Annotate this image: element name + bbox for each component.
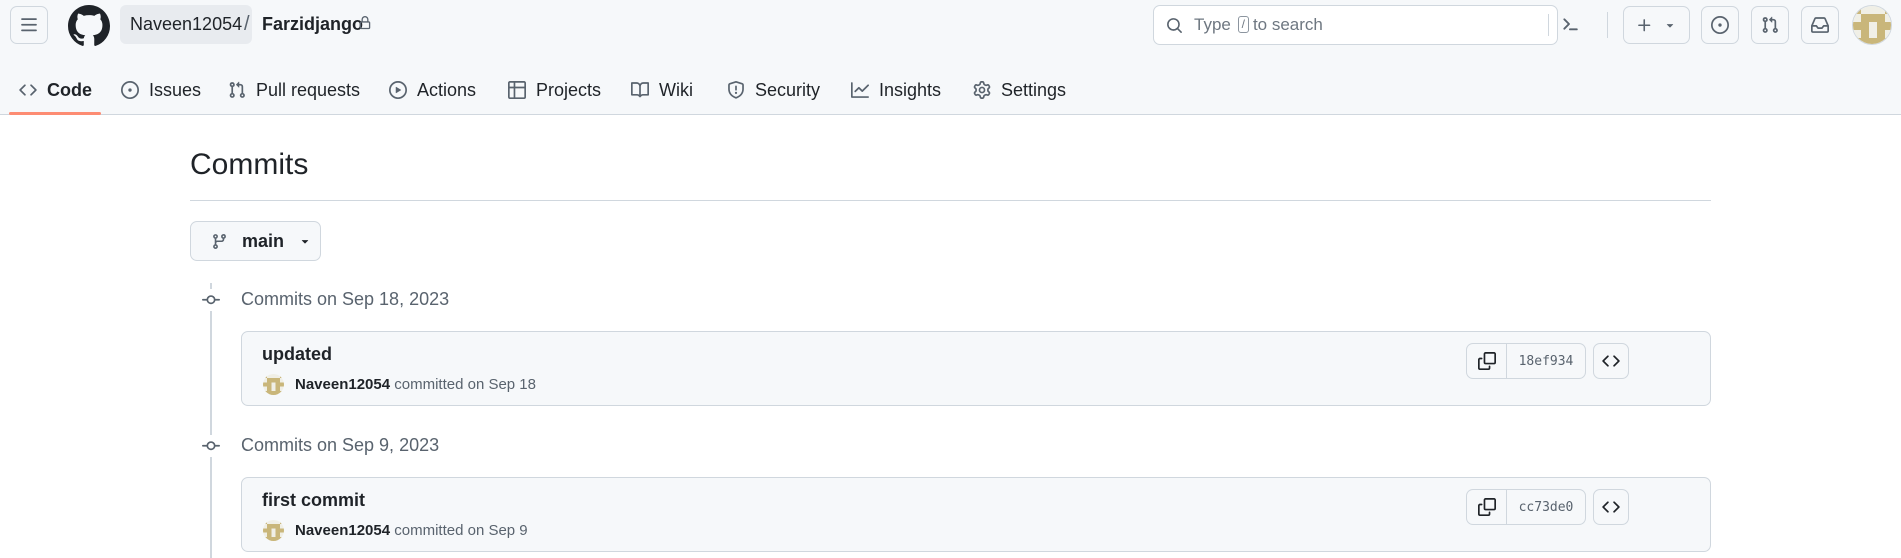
- tab-wiki-label: Wiki: [659, 79, 693, 100]
- hamburger-icon: [21, 18, 37, 32]
- author-avatar[interactable]: [263, 374, 284, 395]
- your-issues-button[interactable]: [1701, 6, 1739, 44]
- inbox-button[interactable]: [1801, 6, 1839, 44]
- copy-sha-button[interactable]: [1467, 344, 1507, 378]
- plus-icon: [1638, 18, 1651, 31]
- copy-sha-button[interactable]: [1467, 490, 1507, 524]
- command-palette-icon[interactable]: [1559, 14, 1579, 34]
- triangle-down-icon: [301, 240, 309, 244]
- tab-insights[interactable]: Insights: [851, 66, 941, 114]
- tab-code-label: Code: [47, 79, 92, 100]
- tab-security-label: Security: [755, 79, 821, 100]
- tab-settings[interactable]: Settings: [973, 66, 1066, 114]
- commit-group-heading: Commits on Sep 9, 2023: [241, 435, 440, 455]
- gear-icon: [973, 81, 991, 99]
- repo-name-link[interactable]: Farzidjango: [262, 5, 363, 44]
- table-icon: [508, 81, 526, 99]
- tab-pull-requests-label: Pull requests: [256, 79, 361, 100]
- tab-issues[interactable]: Issues: [121, 66, 201, 114]
- author-avatar[interactable]: [263, 520, 284, 541]
- commit-message-link[interactable]: updated: [262, 344, 332, 365]
- search-placeholder: Type / to search: [1194, 6, 1323, 44]
- book-icon: [631, 82, 649, 98]
- commit-date: committed on Sep 18: [394, 376, 536, 393]
- inbox-icon: [1811, 17, 1829, 33]
- git-branch-icon: [213, 233, 226, 249]
- author-link[interactable]: Naveen12054: [295, 522, 390, 539]
- branch-name: main: [242, 230, 285, 251]
- tab-code[interactable]: Code: [19, 66, 92, 114]
- page-title: Commits: [190, 148, 309, 181]
- header-divider: [1607, 12, 1608, 38]
- shield-icon: [728, 81, 744, 99]
- git-commit-icon: [200, 289, 222, 311]
- tab-insights-label: Insights: [879, 79, 942, 100]
- commit-group-heading: Commits on Sep 18, 2023: [241, 289, 450, 309]
- commit-message-link[interactable]: first commit: [262, 490, 365, 511]
- search-divider: [1548, 14, 1549, 36]
- browse-repo-at-commit-button[interactable]: [1593, 343, 1629, 379]
- issue-opened-icon: [121, 81, 139, 99]
- commit-date: committed on Sep 9: [394, 522, 528, 539]
- commit-meta: Naveen12054 committed on Sep 9: [295, 520, 528, 541]
- menu-button[interactable]: [10, 6, 48, 44]
- identicon-icon: [263, 374, 284, 395]
- search-icon: [1167, 18, 1182, 33]
- copy-icon: [1477, 352, 1496, 370]
- user-avatar[interactable]: [1852, 5, 1892, 45]
- selected-tab-underline: [9, 112, 101, 115]
- sha-button-group: cc73de0: [1466, 489, 1586, 525]
- repo-nav: Code Issues Pull requests Actions Projec…: [0, 66, 1100, 114]
- issue-opened-icon: [1711, 16, 1729, 34]
- owner-link[interactable]: Naveen12054: [120, 5, 253, 44]
- code-icon: [1602, 501, 1620, 513]
- graph-icon: [851, 82, 869, 98]
- code-icon: [1602, 355, 1620, 367]
- tab-projects[interactable]: Projects: [508, 66, 601, 114]
- tab-settings-label: Settings: [1001, 79, 1067, 100]
- git-pull-request-icon: [1762, 16, 1778, 33]
- identicon-icon: [1853, 6, 1891, 44]
- tab-security[interactable]: Security: [727, 66, 820, 114]
- commit-meta: Naveen12054 committed on Sep 18: [295, 374, 536, 395]
- author-link[interactable]: Naveen12054: [295, 376, 390, 393]
- path-separator: /: [244, 13, 250, 35]
- your-pull-requests-button[interactable]: [1751, 6, 1789, 44]
- triangle-down-icon: [1666, 24, 1674, 28]
- tab-actions-label: Actions: [417, 79, 477, 100]
- tab-issues-label: Issues: [149, 79, 202, 100]
- tab-actions[interactable]: Actions: [389, 66, 476, 114]
- sha-button-group: 18ef934: [1466, 343, 1586, 379]
- tab-projects-label: Projects: [536, 79, 602, 100]
- commit-sha-link[interactable]: 18ef934: [1507, 344, 1585, 378]
- commit-sha-link[interactable]: cc73de0: [1507, 490, 1585, 524]
- timeline-line: [210, 283, 212, 558]
- branch-selector-button[interactable]: main: [190, 221, 321, 261]
- identicon-icon: [263, 520, 284, 541]
- git-pull-request-icon: [229, 81, 245, 98]
- title-divider: [190, 200, 1711, 201]
- app-header: Naveen12054 / Farzidjango Type / to searc…: [0, 0, 1901, 115]
- code-icon: [19, 84, 37, 96]
- github-logo-icon[interactable]: [68, 5, 110, 47]
- search-input[interactable]: Type / to search: [1153, 5, 1558, 45]
- tab-pull-requests[interactable]: Pull requests: [228, 66, 360, 114]
- commit-row: updated Naveen12054 committed on Sep 18 …: [241, 331, 1711, 406]
- search-shortcut-key: /: [1237, 16, 1249, 33]
- browse-repo-at-commit-button[interactable]: [1593, 489, 1629, 525]
- commit-row: first commit Naveen12054 committed on Se…: [241, 477, 1711, 552]
- git-commit-icon: [200, 435, 222, 457]
- search-placeholder-prefix: Type: [1194, 15, 1231, 34]
- search-placeholder-suffix: to search: [1252, 15, 1323, 34]
- copy-icon: [1477, 498, 1496, 516]
- create-new-button[interactable]: [1623, 6, 1690, 44]
- tab-wiki[interactable]: Wiki: [631, 66, 693, 114]
- play-icon: [389, 81, 407, 99]
- lock-icon: [359, 16, 371, 30]
